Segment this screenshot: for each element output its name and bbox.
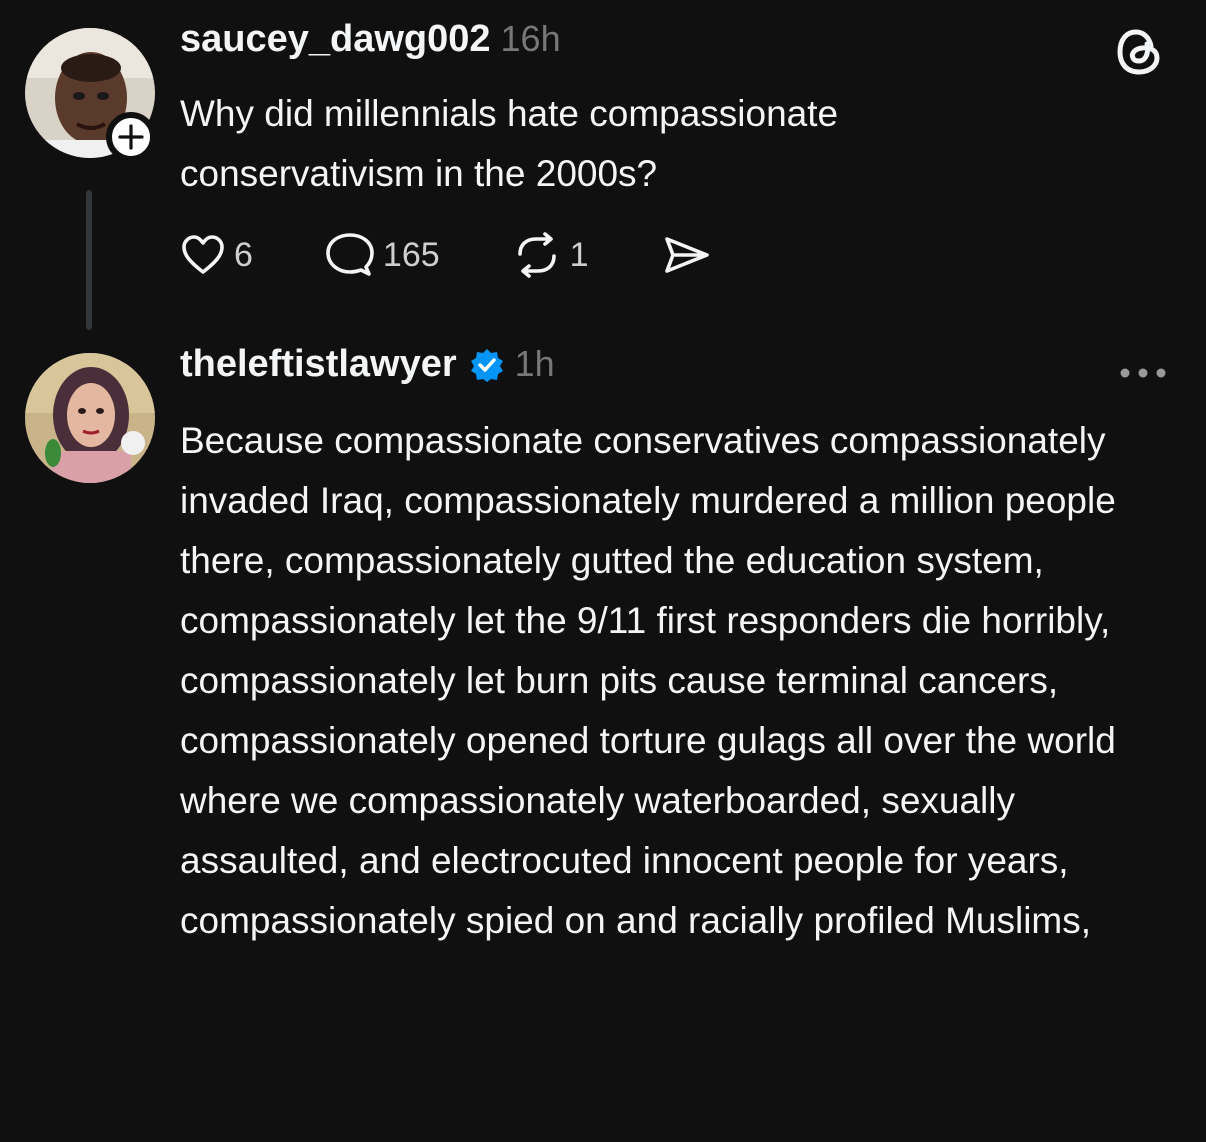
- reply-header: theleftistlawyer 1h: [180, 343, 555, 386]
- timestamp: 16h: [500, 18, 561, 59]
- more-options-icon[interactable]: [1118, 366, 1168, 385]
- thread-line: [86, 190, 92, 330]
- timestamp: 1h: [514, 343, 555, 384]
- like-count: 6: [234, 235, 253, 274]
- send-icon: [664, 237, 709, 273]
- reply-text: Because compassionate conservatives comp…: [180, 420, 1116, 941]
- comment-icon: [326, 233, 374, 276]
- threads-logo-icon[interactable]: [1114, 26, 1166, 83]
- post-text: Why did millennials hate compassionate c…: [180, 93, 839, 194]
- post-actions: 6 165 1: [180, 232, 783, 278]
- verified-badge-icon: [470, 348, 503, 382]
- like-button[interactable]: 6: [180, 234, 253, 276]
- avatar[interactable]: [25, 353, 155, 483]
- heart-icon: [182, 235, 224, 274]
- repost-count: 1: [569, 235, 589, 274]
- follow-plus-button[interactable]: [106, 112, 156, 162]
- repost-button[interactable]: 1: [512, 232, 589, 278]
- username[interactable]: theleftistlawyer: [180, 343, 457, 386]
- reply-button[interactable]: 165: [325, 232, 440, 278]
- username[interactable]: saucey_dawg002: [180, 18, 491, 61]
- reply-count: 165: [382, 235, 440, 274]
- share-button[interactable]: [661, 233, 711, 277]
- plus-icon: [118, 124, 144, 150]
- repost-icon: [517, 232, 556, 278]
- post-header: saucey_dawg002 16h: [180, 18, 561, 61]
